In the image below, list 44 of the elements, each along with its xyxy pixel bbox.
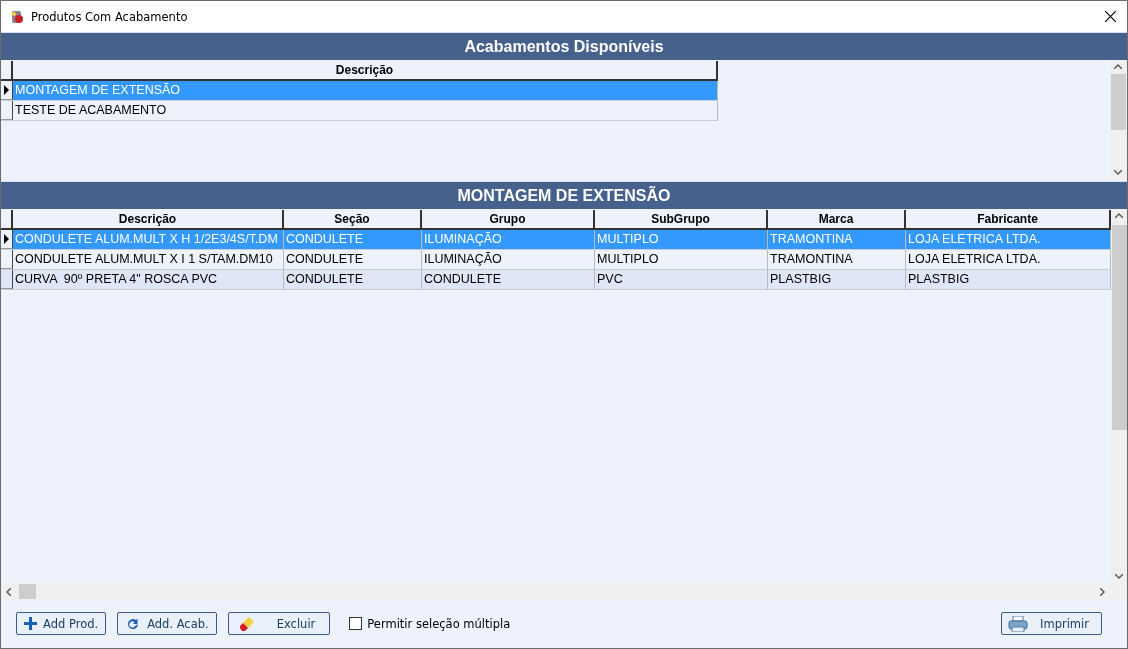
row-pointer-icon bbox=[4, 234, 9, 244]
scrollbar-thumb[interactable] bbox=[19, 584, 36, 599]
section-header: Acabamentos Disponíveis bbox=[1, 32, 1127, 60]
table-cell: CONDULETE ALUM.MULT X H 1/2E3/4S/T.DM bbox=[13, 230, 284, 249]
checkbox[interactable] bbox=[349, 617, 363, 630]
column-header[interactable]: Grupo bbox=[422, 210, 595, 228]
table-cell: CURVA 90º PRETA 4" ROSCA PVC bbox=[13, 270, 284, 289]
vertical-scrollbar[interactable] bbox=[1110, 60, 1127, 179]
table-cell: MULTIPLO bbox=[595, 230, 768, 249]
column-header[interactable]: Descrição bbox=[13, 210, 284, 228]
table-cell: PLASTBIG bbox=[768, 270, 906, 289]
table-cell: CONDULETE bbox=[284, 270, 422, 289]
table-cell: CONDULETE bbox=[284, 230, 422, 249]
print-button[interactable]: Imprimir bbox=[1001, 612, 1102, 635]
printer-icon bbox=[1008, 615, 1029, 632]
horizontal-scrollbar[interactable] bbox=[1, 583, 1127, 600]
table-cell: CONDULETE bbox=[284, 250, 422, 269]
column-header[interactable]: Marca bbox=[768, 210, 906, 228]
scrollbar-thumb[interactable] bbox=[1111, 74, 1126, 130]
toolbar-button[interactable]: Add Prod. bbox=[16, 612, 107, 635]
eraser-icon bbox=[238, 615, 255, 632]
column-header[interactable]: Seção bbox=[284, 210, 422, 228]
row-pointer-icon bbox=[4, 85, 9, 95]
close-icon[interactable] bbox=[1105, 11, 1116, 22]
table-cell: TRAMONTINA bbox=[768, 230, 906, 249]
table-row[interactable]: CONDULETE ALUM.MULT X I 1 S/TAM.DM10 CONDULETE ILUMINAÇÃO MULTIPLO TRAMONTINA LOJA ELETRICA LTDA. bbox=[1, 250, 1111, 270]
table-cell: ILUMINAÇÃO bbox=[422, 250, 595, 269]
plus-icon bbox=[24, 617, 37, 630]
table-cell: PVC bbox=[595, 270, 768, 289]
table-cell: ILUMINAÇÃO bbox=[422, 230, 595, 249]
toolbar-button[interactable]: Add. Acab. bbox=[117, 612, 217, 635]
table-cell: MULTIPLO bbox=[595, 250, 768, 269]
window-title: Produtos Com Acabamento bbox=[31, 9, 188, 24]
table-cell: CONDULETE ALUM.MULT X I 1 S/TAM.DM10 bbox=[13, 250, 284, 269]
table-cell: TRAMONTINA bbox=[768, 250, 906, 269]
column-header[interactable]: Descrição bbox=[13, 61, 718, 79]
vertical-scrollbar[interactable] bbox=[1111, 209, 1127, 583]
table-cell: CONDULETE bbox=[422, 270, 595, 289]
app-icon bbox=[9, 8, 25, 25]
table-row[interactable]: CURVA 90º PRETA 4" ROSCA PVC CONDULETE CONDULETE PVC PLASTBIG PLASTBIG bbox=[1, 270, 1111, 290]
column-header[interactable]: SubGrupo bbox=[595, 210, 768, 228]
scrollbar-thumb[interactable] bbox=[1112, 225, 1127, 430]
section-header: MONTAGEM DE EXTENSÃO bbox=[1, 181, 1127, 209]
toolbar-button[interactable]: Excluir bbox=[227, 612, 331, 635]
